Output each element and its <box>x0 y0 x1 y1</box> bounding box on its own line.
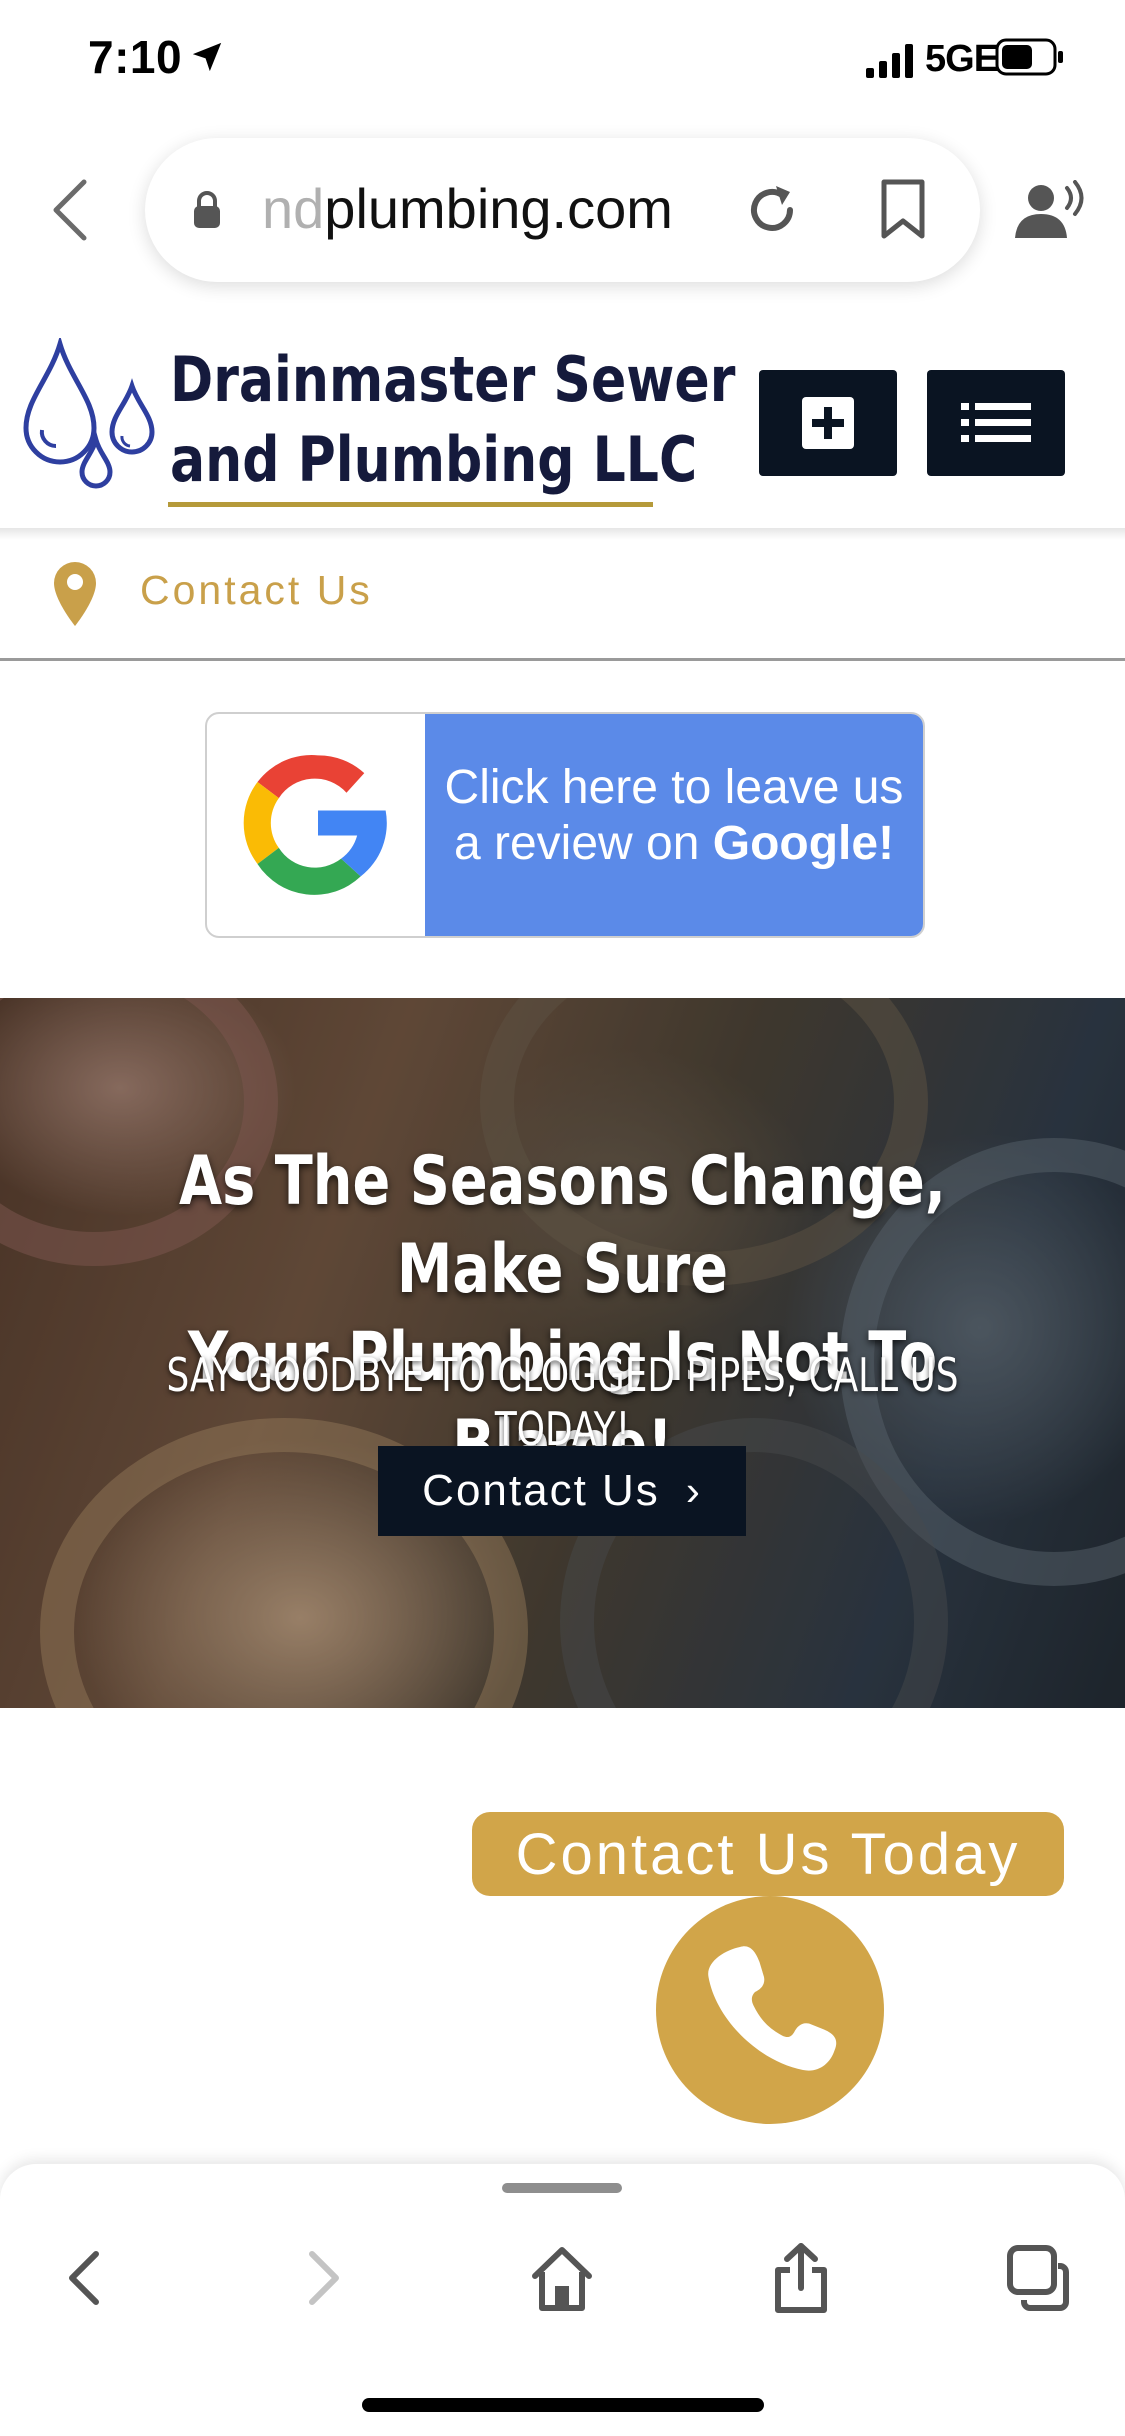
toolbar-forward-icon <box>309 2251 339 2305</box>
home-icon[interactable] <box>527 2240 597 2316</box>
plus-square-icon <box>802 397 854 449</box>
menu-button[interactable] <box>927 370 1065 476</box>
water-drops-logo-icon <box>23 338 155 489</box>
phone-call-button[interactable] <box>656 1896 884 2124</box>
review-line-2-prefix: a review on <box>453 817 713 870</box>
review-google-word: Google! <box>712 817 895 870</box>
brand-name[interactable]: Drainmaster Sewer and Plumbing LLC <box>170 340 735 500</box>
header-shadow <box>0 528 1125 540</box>
brand-line-2: and Plumbing LLC <box>170 423 698 496</box>
url-domain: plumbing.com <box>324 177 673 240</box>
bookmark-icon[interactable] <box>878 178 928 240</box>
hero-subtitle: SAY GOODBYE TO CLOGGED PIPES, CALL US TO… <box>166 1348 959 1456</box>
url-faded-prefix: nd <box>262 177 325 240</box>
hero-contact-label: Contact Us <box>422 1466 660 1515</box>
google-g-icon <box>243 755 387 895</box>
signal-icon <box>866 44 913 78</box>
lock-icon <box>194 191 220 228</box>
contact-strip-link[interactable]: Contact Us <box>140 567 373 614</box>
url-text[interactable]: ndplumbing.com <box>262 176 673 241</box>
location-arrow-icon <box>192 42 222 72</box>
brand-underline <box>168 502 653 507</box>
network-type: 5GE <box>925 38 999 80</box>
menu-list-icon <box>961 403 1031 442</box>
strip-divider <box>0 658 1125 661</box>
chevron-right-icon: › <box>685 1467 702 1514</box>
review-text: Click here to leave us a review on Googl… <box>439 760 909 872</box>
contact-today-badge[interactable]: Contact Us Today <box>472 1812 1064 1896</box>
share-icon[interactable] <box>766 2240 836 2316</box>
reload-icon[interactable] <box>742 180 802 240</box>
review-line-2: a review on Google! <box>439 816 909 872</box>
home-indicator[interactable] <box>362 2398 764 2412</box>
hero-contact-button[interactable]: Contact Us › <box>378 1446 746 1536</box>
google-review-banner[interactable]: Click here to leave us a review on Googl… <box>205 712 925 938</box>
back-chevron-icon[interactable] <box>48 178 92 242</box>
phone-icon <box>708 1946 837 2071</box>
emergency-button[interactable] <box>759 370 897 476</box>
tabs-icon[interactable] <box>1004 2240 1074 2316</box>
review-line-1: Click here to leave us <box>444 761 904 814</box>
battery-icon <box>995 38 1063 76</box>
brand-line-1: Drainmaster Sewer <box>170 343 736 416</box>
hero-title-line-1: As The Seasons Change, Make Sure <box>179 1142 946 1309</box>
toolbar-grabber[interactable] <box>502 2183 622 2193</box>
listen-icon[interactable] <box>1015 180 1089 242</box>
toolbar-back-icon[interactable] <box>50 2240 120 2316</box>
status-time: 7:10 <box>88 31 183 83</box>
map-pin-icon <box>54 562 96 626</box>
hero-banner: As The Seasons Change, Make Sure Your Pl… <box>0 998 1125 1708</box>
